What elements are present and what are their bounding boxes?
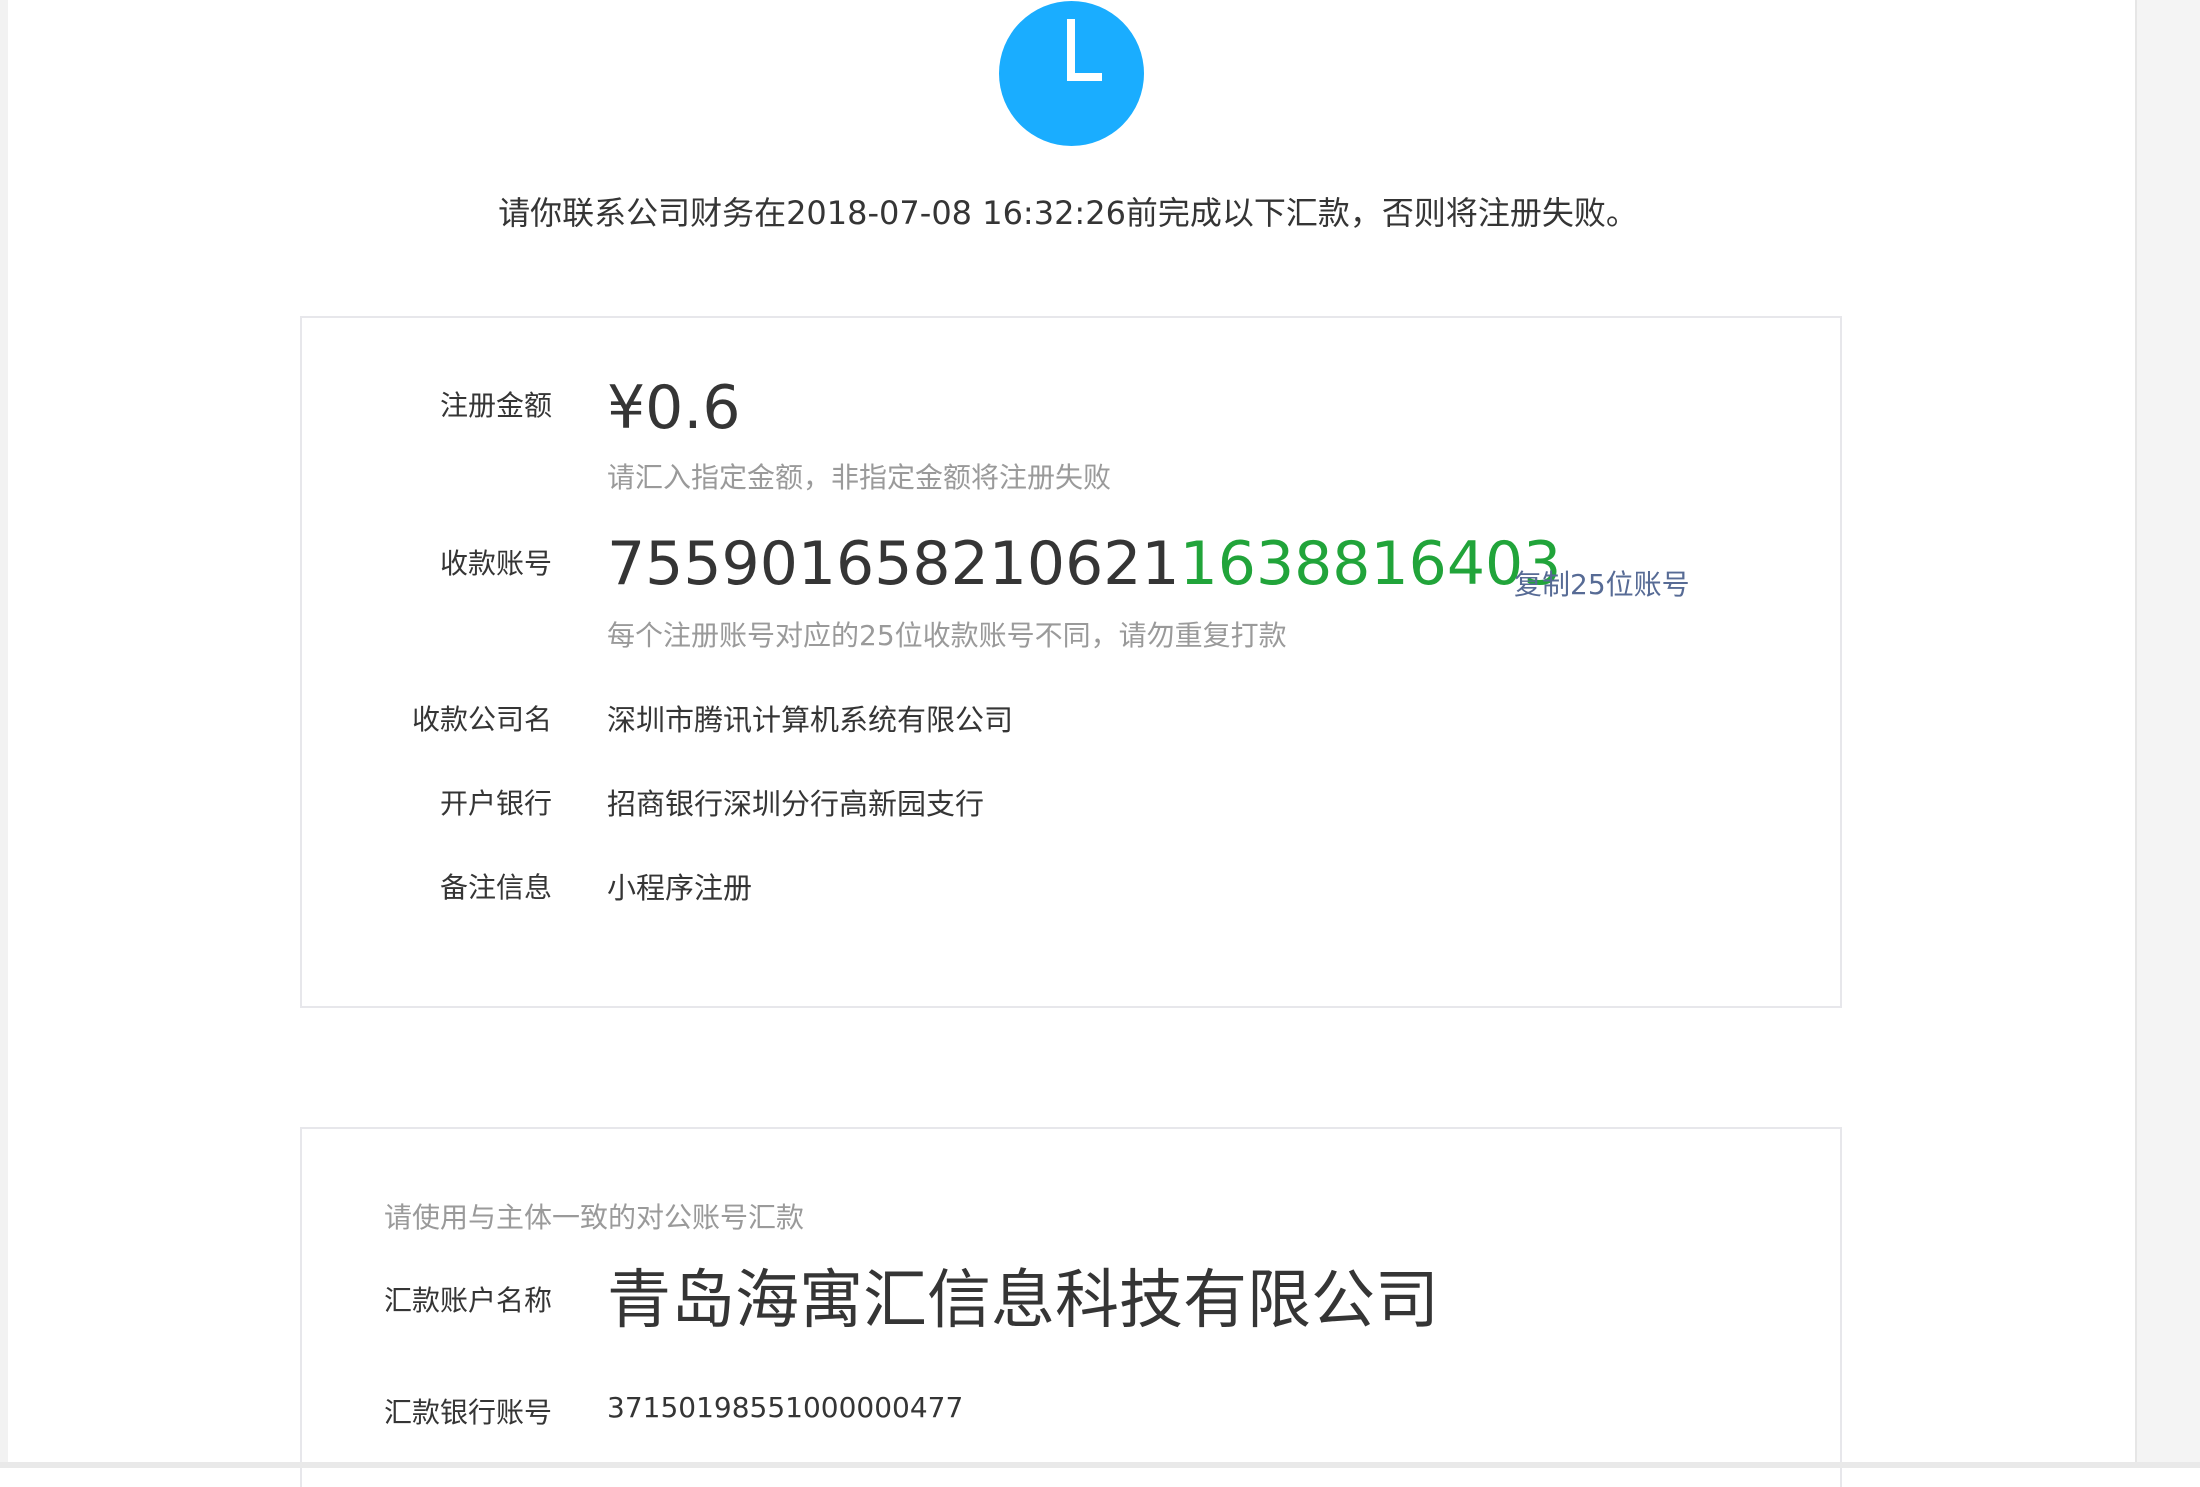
account-number: 7559016582106211638816403 bbox=[607, 534, 1561, 594]
bottom-divider bbox=[0, 1462, 2200, 1468]
bank-label: 开户银行 bbox=[439, 787, 552, 820]
remitter-account-value: 37150198551000000477 bbox=[607, 1391, 964, 1424]
remitter-info-panel: 请使用与主体一致的对公账号汇款 汇款账户名称 青岛海寓汇信息科技有限公司 汇款银… bbox=[300, 1127, 1842, 1487]
bank-value: 招商银行深圳分行高新园支行 bbox=[607, 787, 985, 821]
account-suffix: 1638816403 bbox=[1179, 529, 1562, 599]
amount-hint: 请汇入指定金额，非指定金额将注册失败 bbox=[607, 461, 1112, 494]
remitter-tip: 请使用与主体一致的对公账号汇款 bbox=[384, 1201, 805, 1234]
deadline-notice: 请你联系公司财务在2018-07-08 16:32:26前完成以下汇款，否则将注… bbox=[498, 194, 1638, 232]
payment-info-panel: 注册金额 ¥0.6 请汇入指定金额，非指定金额将注册失败 收款账号 755901… bbox=[300, 316, 1842, 1008]
remark-value: 小程序注册 bbox=[607, 871, 753, 905]
remark-label: 备注信息 bbox=[439, 871, 552, 904]
remitter-name-value: 青岛海寓汇信息科技有限公司 bbox=[607, 1264, 1439, 1338]
amount-label: 注册金额 bbox=[439, 389, 552, 422]
remitter-name-label: 汇款账户名称 bbox=[384, 1284, 553, 1317]
account-prefix: 755901658210621 bbox=[607, 529, 1180, 599]
amount-value: ¥0.6 bbox=[607, 373, 741, 443]
clock-icon bbox=[999, 1, 1144, 146]
company-value: 深圳市腾讯计算机系统有限公司 bbox=[607, 703, 1014, 737]
remitter-account-label: 汇款银行账号 bbox=[384, 1396, 553, 1429]
account-hint: 每个注册账号对应的25位收款账号不同，请勿重复打款 bbox=[607, 619, 1287, 652]
copy-account-link[interactable]: 复制25位账号 bbox=[1514, 563, 1690, 603]
account-label: 收款账号 bbox=[439, 547, 552, 580]
company-label: 收款公司名 bbox=[411, 703, 552, 736]
right-scroll-gutter[interactable] bbox=[2135, 0, 2200, 1468]
